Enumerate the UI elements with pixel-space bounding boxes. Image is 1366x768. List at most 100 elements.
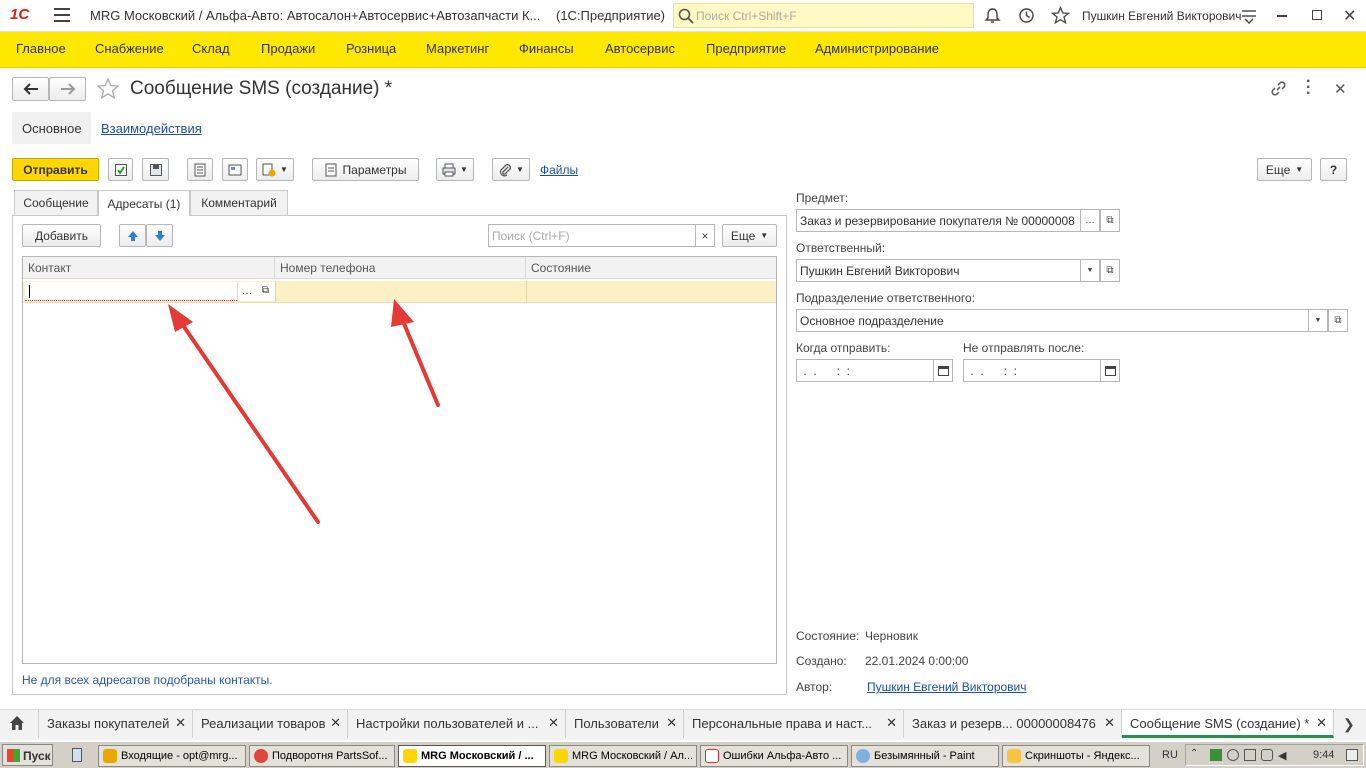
window-tab[interactable]: Пользователи ✕: [566, 710, 684, 738]
calendar-icon[interactable]: [1100, 359, 1120, 382]
taskbar-item[interactable]: Ошибки Альфа-Авто ...: [700, 745, 848, 767]
grid-search-input[interactable]: Поиск (Ctrl+F): [488, 224, 698, 247]
files-link[interactable]: Файлы: [540, 163, 578, 177]
home-icon[interactable]: [8, 714, 28, 734]
contact-choose-button[interactable]: …: [237, 282, 256, 301]
main-menu-icon[interactable]: [54, 8, 70, 22]
window-tab[interactable]: Реализации товаров ✕: [193, 710, 348, 738]
attach-button[interactable]: ▼: [492, 158, 530, 181]
send-when-field[interactable]: . . : :: [796, 359, 934, 382]
menu-administration[interactable]: Администрирование: [815, 41, 939, 56]
window-tab[interactable]: Заказ и резерв... 00000008476 ✕: [904, 710, 1122, 738]
tab-recipients[interactable]: Адресаты (1): [98, 190, 190, 216]
responsible-open-icon[interactable]: ⧉: [1100, 259, 1120, 282]
contact-cell-input[interactable]: [25, 282, 237, 301]
section-interactions[interactable]: Взаимодействия: [101, 121, 202, 136]
taskbar-item[interactable]: Входящие - opt@mrg...: [98, 745, 246, 767]
history-icon[interactable]: [1018, 7, 1035, 24]
save-button[interactable]: [142, 158, 169, 181]
back-button[interactable]: [12, 77, 49, 101]
contact-open-icon[interactable]: ⧉: [256, 282, 275, 301]
clock[interactable]: 9:44: [1313, 749, 1334, 761]
create-based-on-button[interactable]: ▼: [256, 158, 294, 181]
department-open-icon[interactable]: ⧉: [1328, 309, 1348, 332]
column-status[interactable]: Состояние: [526, 257, 776, 279]
move-down-button[interactable]: [146, 224, 173, 247]
tray-app-icon[interactable]: [1261, 749, 1273, 761]
post-button[interactable]: [108, 158, 133, 181]
close-tab-icon[interactable]: ✕: [666, 715, 677, 731]
tray-expand-icon[interactable]: ⌃: [1190, 748, 1198, 759]
grid-more-button[interactable]: Еще ▼: [722, 224, 777, 247]
global-search[interactable]: Поиск Ctrl+Shift+F: [673, 3, 974, 28]
taskbar-item[interactable]: Подворотня PartsSof...: [249, 745, 395, 767]
send-button[interactable]: Отправить: [12, 158, 99, 181]
minimize-icon[interactable]: [1277, 15, 1287, 17]
current-user[interactable]: Пушкин Евгений Викторович: [1082, 9, 1242, 23]
menu-retail[interactable]: Розница: [346, 41, 396, 56]
more-button[interactable]: Еще ▼: [1257, 158, 1312, 181]
report-button[interactable]: [187, 158, 213, 181]
menu-marketing[interactable]: Маркетинг: [426, 41, 489, 56]
phone-cell[interactable]: [276, 284, 524, 301]
quicklaunch-icon[interactable]: [72, 748, 82, 762]
tabs-scroll-icon[interactable]: ❯: [1343, 716, 1355, 733]
favorite-star-icon[interactable]: [96, 77, 120, 100]
network-icon[interactable]: [1210, 749, 1222, 761]
window-tab[interactable]: Персональные права и наст... ✕: [684, 710, 904, 738]
menu-sales[interactable]: Продажи: [261, 41, 315, 56]
tray-app-icon[interactable]: [1227, 749, 1239, 761]
help-button[interactable]: ?: [1320, 158, 1347, 181]
close-tab-icon[interactable]: ✕: [330, 715, 341, 731]
bell-icon[interactable]: [984, 7, 1001, 24]
department-dropdown-icon[interactable]: ▼: [1308, 309, 1328, 332]
close-tab-icon[interactable]: ✕: [548, 715, 559, 731]
print-button[interactable]: ▼: [436, 158, 474, 181]
close-tab-icon[interactable]: ✕: [886, 715, 897, 731]
restore-icon[interactable]: [1312, 10, 1322, 20]
taskbar-item-active[interactable]: MRG Московский / ...: [398, 745, 546, 767]
department-field[interactable]: Основное подразделение: [796, 309, 1309, 332]
column-contact[interactable]: Контакт: [23, 257, 275, 279]
show-desktop-icon[interactable]: [1346, 749, 1358, 761]
structure-button[interactable]: [222, 158, 248, 181]
calendar-icon[interactable]: [933, 359, 953, 382]
window-tab[interactable]: Заказы покупателей ✕: [38, 710, 193, 738]
more-actions-icon[interactable]: · · ·: [1306, 74, 1311, 102]
menu-supply[interactable]: Снабжение: [95, 41, 164, 56]
window-tab-active[interactable]: Сообщение SMS (создание) * ✕: [1122, 710, 1334, 738]
forward-button[interactable]: [49, 77, 86, 101]
grid-search-clear-icon[interactable]: ×: [695, 224, 715, 247]
taskbar-item[interactable]: Безымянный - Paint: [851, 745, 999, 767]
close-tab-icon[interactable]: ✕: [1316, 715, 1327, 731]
language-indicator[interactable]: RU: [1162, 749, 1178, 761]
menu-finance[interactable]: Финансы: [519, 41, 574, 56]
tab-message[interactable]: Сообщение: [14, 190, 98, 215]
start-button[interactable]: Пуск: [2, 744, 53, 766]
close-tab-icon[interactable]: ✕: [1104, 715, 1115, 731]
form-close-icon[interactable]: ✕: [1334, 80, 1347, 98]
menu-warehouse[interactable]: Склад: [192, 41, 230, 56]
close-tab-icon[interactable]: ✕: [175, 715, 186, 731]
taskbar-item[interactable]: Скриншоты - Яндекс...: [1002, 745, 1150, 767]
column-phone[interactable]: Номер телефона: [275, 257, 526, 279]
tray-app-icon[interactable]: [1244, 749, 1256, 761]
subject-open-icon[interactable]: ⧉: [1100, 209, 1120, 232]
settings-menu-icon[interactable]: [1241, 8, 1257, 24]
menu-autoservice[interactable]: Автосервис: [605, 41, 675, 56]
tab-comment[interactable]: Комментарий: [190, 190, 288, 215]
window-close-icon[interactable]: ✕: [1343, 6, 1356, 26]
not-after-field[interactable]: . . : :: [963, 359, 1101, 382]
author-link[interactable]: Пушкин Евгений Викторович: [867, 680, 1027, 694]
move-up-button[interactable]: [119, 224, 146, 247]
window-tab[interactable]: Настройки пользователей и ... ✕: [348, 710, 566, 738]
subject-choose-button[interactable]: …: [1080, 209, 1100, 232]
volume-icon[interactable]: ◀: [1278, 749, 1286, 762]
taskbar-item[interactable]: MRG Московский / Ал...: [549, 745, 697, 767]
link-icon[interactable]: [1270, 80, 1287, 97]
menu-enterprise[interactable]: Предприятие: [706, 41, 786, 56]
subject-field[interactable]: Заказ и резервирование покупателя № 0000…: [796, 209, 1081, 232]
parameters-button[interactable]: Параметры: [312, 158, 419, 181]
menu-main[interactable]: Главное: [16, 41, 66, 56]
add-recipient-button[interactable]: Добавить: [22, 224, 101, 247]
